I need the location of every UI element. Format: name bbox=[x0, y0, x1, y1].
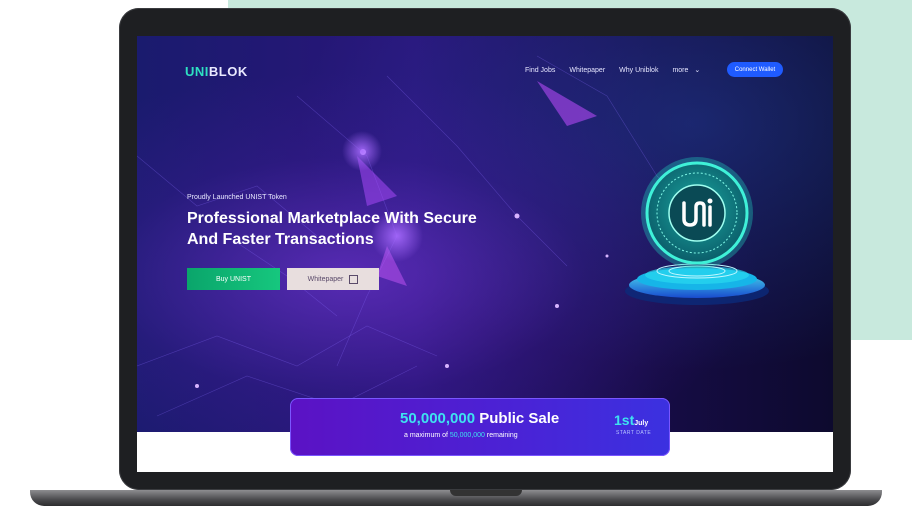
nav-more[interactable]: more bbox=[672, 67, 688, 74]
sale-amount: 50,000,000 bbox=[400, 410, 476, 427]
sale-sub-amount: 50,000,000 bbox=[449, 432, 485, 439]
whitepaper-button[interactable]: Whitepaper bbox=[287, 268, 379, 290]
headline-line-2: And Faster Transactions bbox=[187, 231, 374, 248]
logo-text-uni: UNI bbox=[185, 64, 209, 79]
laptop-notch bbox=[450, 490, 522, 496]
sale-title-text: Public Sale bbox=[475, 410, 560, 427]
public-sale-banner: 50,000,000 Public Sale a maximum of 50,0… bbox=[290, 398, 670, 456]
hero-eyebrow: Proudly Launched UNIST Token bbox=[187, 194, 287, 201]
whitepaper-button-label: Whitepaper bbox=[307, 275, 344, 283]
external-link-icon bbox=[349, 274, 359, 284]
uni-coin-illustration bbox=[625, 157, 769, 305]
chevron-down-icon[interactable]: ⌄ bbox=[694, 66, 700, 74]
connect-wallet-button[interactable]: Connect Wallet bbox=[727, 62, 783, 77]
sale-date-month: July bbox=[634, 420, 649, 427]
nav-why-uniblok[interactable]: Why Uniblok bbox=[619, 67, 658, 74]
sale-sub-suffix: remaining bbox=[484, 432, 518, 439]
sale-title: 50,000,000 Public Sale bbox=[400, 410, 559, 427]
hero-headline: Professional Marketplace With Secure And… bbox=[187, 208, 527, 250]
top-nav: Find Jobs Whitepaper Why Uniblok more ⌄ bbox=[525, 66, 700, 75]
uniblok-logo[interactable]: UNIBLOK bbox=[185, 64, 248, 79]
sale-sub-prefix: a maximum of bbox=[404, 432, 450, 439]
sale-date-label: START DATE bbox=[616, 430, 652, 436]
headline-line-1: Professional Marketplace With Secure bbox=[187, 210, 477, 227]
logo-text-blok: BLOK bbox=[208, 64, 248, 79]
sale-date-day: 1st bbox=[614, 412, 635, 428]
laptop-base bbox=[30, 490, 882, 506]
sale-subtitle: a maximum of 50,000,000 remaining bbox=[404, 432, 518, 439]
buy-unist-button[interactable]: Buy UNIST bbox=[187, 268, 280, 290]
nav-find-jobs[interactable]: Find Jobs bbox=[525, 67, 555, 74]
nav-whitepaper[interactable]: Whitepaper bbox=[569, 67, 605, 74]
sale-start-date: 1stJuly bbox=[614, 412, 648, 428]
